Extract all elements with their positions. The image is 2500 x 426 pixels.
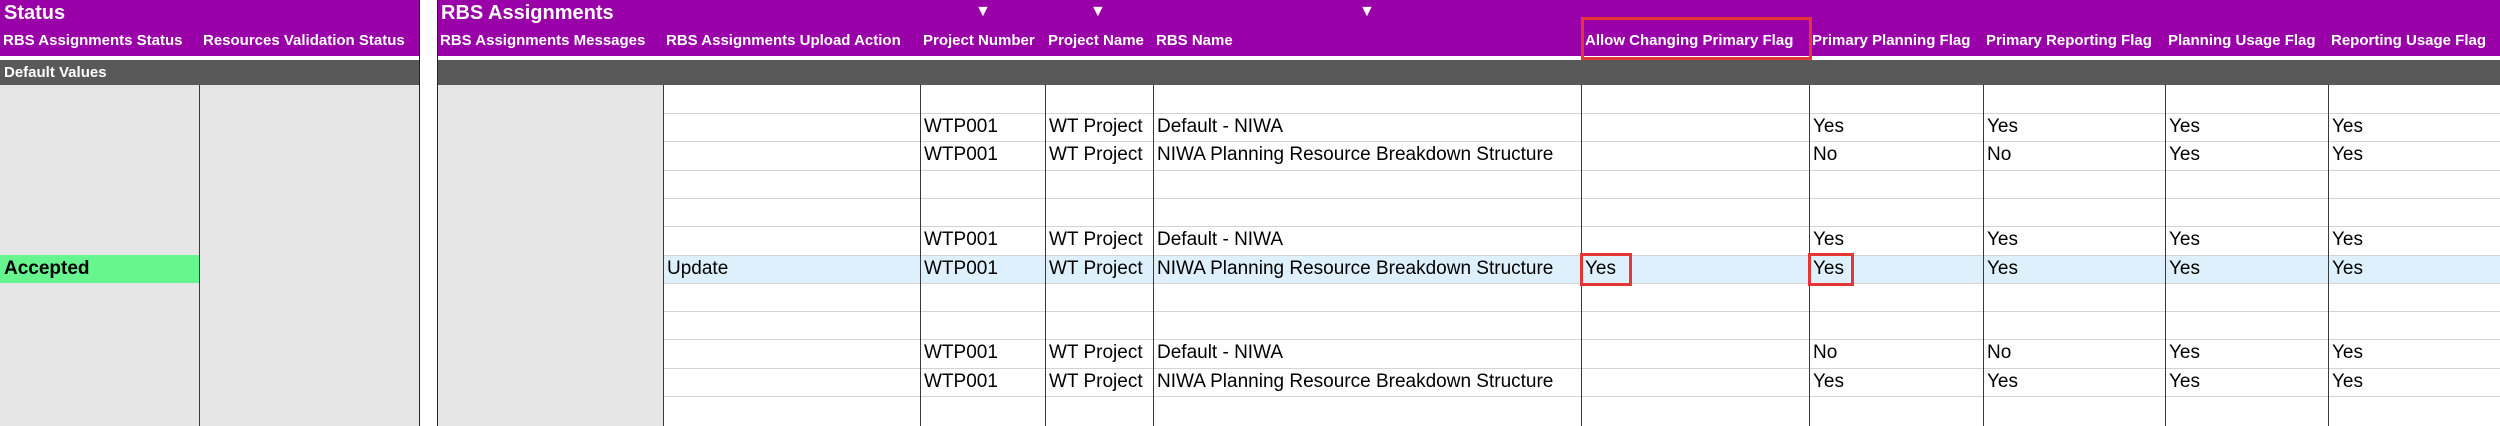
project-name-cell[interactable]: WT Project bbox=[1045, 255, 1153, 283]
messages-column-area bbox=[437, 85, 663, 426]
planning-usage-cell[interactable]: Yes bbox=[2165, 339, 2328, 367]
rbs-group-title: RBS Assignments bbox=[441, 2, 614, 24]
col-header-planning-usage-flag[interactable]: Planning Usage Flag bbox=[2165, 26, 2328, 56]
col-header-primary-reporting-flag[interactable]: Primary Reporting Flag bbox=[1983, 26, 2165, 56]
primary-planning-cell[interactable]: Yes bbox=[1809, 226, 1983, 254]
reporting-usage-cell[interactable]: Yes bbox=[2328, 368, 2500, 396]
col-header-project-name[interactable]: Project Name bbox=[1045, 26, 1153, 56]
planning-usage-cell[interactable]: Yes bbox=[2165, 255, 2328, 283]
primary-planning-cell[interactable]: No bbox=[1809, 339, 1983, 367]
reporting-usage-cell[interactable]: Yes bbox=[2328, 255, 2500, 283]
col-header-upload-action[interactable]: RBS Assignments Upload Action bbox=[663, 26, 920, 56]
primary-planning-cell[interactable]: Yes bbox=[1809, 113, 1983, 141]
primary-reporting-cell[interactable]: Yes bbox=[1983, 226, 2165, 254]
planning-usage-cell[interactable]: Yes bbox=[2165, 113, 2328, 141]
project-number-cell[interactable]: WTP001 bbox=[920, 255, 1045, 283]
status-group-title: Status bbox=[4, 2, 66, 24]
col-header-resources-validation-status[interactable]: Resources Validation Status bbox=[200, 26, 419, 56]
project-name-cell[interactable]: WT Project bbox=[1045, 339, 1153, 367]
project-name-cell[interactable]: WT Project bbox=[1045, 141, 1153, 169]
rbs-name-cell[interactable]: NIWA Planning Resource Breakdown Structu… bbox=[1153, 255, 1581, 283]
col-header-rbs-assignments-status[interactable]: RBS Assignments Status bbox=[0, 26, 200, 56]
primary-reporting-cell[interactable]: No bbox=[1983, 339, 2165, 367]
column-gridline bbox=[199, 85, 200, 426]
column-gridline bbox=[437, 0, 438, 426]
rbs-name-cell[interactable]: NIWA Planning Resource Breakdown Structu… bbox=[1153, 368, 1581, 396]
rbs-name-cell[interactable]: NIWA Planning Resource Breakdown Structu… bbox=[1153, 141, 1581, 169]
project-name-cell[interactable]: WT Project bbox=[1045, 226, 1153, 254]
planning-usage-cell[interactable]: Yes bbox=[2165, 141, 2328, 169]
col-header-rbs-assignments-messages[interactable]: RBS Assignments Messages bbox=[437, 26, 663, 56]
col-header-primary-planning-flag[interactable]: Primary Planning Flag bbox=[1809, 26, 1983, 56]
primary-planning-cell[interactable]: No bbox=[1809, 141, 1983, 169]
planning-usage-cell[interactable]: Yes bbox=[2165, 368, 2328, 396]
col-header-rbs-name[interactable]: RBS Name bbox=[1153, 26, 1581, 56]
reporting-usage-cell[interactable]: Yes bbox=[2328, 226, 2500, 254]
project-name-cell[interactable]: WT Project bbox=[1045, 113, 1153, 141]
planning-usage-cell[interactable]: Yes bbox=[2165, 226, 2328, 254]
primary-reporting-cell[interactable]: No bbox=[1983, 141, 2165, 169]
project-number-cell[interactable]: WTP001 bbox=[920, 113, 1045, 141]
rbs-name-cell[interactable]: Default - NIWA bbox=[1153, 113, 1581, 141]
primary-reporting-cell[interactable]: Yes bbox=[1983, 113, 2165, 141]
col-header-reporting-usage-flag[interactable]: Reporting Usage Flag bbox=[2328, 26, 2500, 56]
default-values-row bbox=[437, 60, 2500, 85]
header-highlight-box bbox=[1581, 17, 1812, 60]
reporting-usage-cell[interactable]: Yes bbox=[2328, 113, 2500, 141]
project-number-cell[interactable]: WTP001 bbox=[920, 368, 1045, 396]
upload-action-cell[interactable]: Update bbox=[663, 255, 920, 283]
rbs-name-cell[interactable]: Default - NIWA bbox=[1153, 226, 1581, 254]
col-header-project-number[interactable]: Project Number bbox=[920, 26, 1045, 56]
primary-planning-cell[interactable]: Yes bbox=[1809, 368, 1983, 396]
filter-arrow-icon[interactable]: ▼ bbox=[975, 2, 991, 22]
project-number-cell[interactable]: WTP001 bbox=[920, 141, 1045, 169]
project-number-cell[interactable]: WTP001 bbox=[920, 226, 1045, 254]
primary-reporting-cell[interactable]: Yes bbox=[1983, 255, 2165, 283]
planning-cell-highlight-box bbox=[1808, 253, 1854, 286]
reporting-usage-cell[interactable]: Yes bbox=[2328, 339, 2500, 367]
project-name-cell[interactable]: WT Project bbox=[1045, 368, 1153, 396]
filter-arrow-icon[interactable]: ▼ bbox=[1090, 2, 1106, 22]
column-gridline bbox=[419, 0, 420, 426]
default-values-label: Default Values bbox=[4, 64, 107, 81]
project-number-cell[interactable]: WTP001 bbox=[920, 339, 1045, 367]
allow-cell-highlight-box bbox=[1580, 253, 1632, 286]
primary-reporting-cell[interactable]: Yes bbox=[1983, 368, 2165, 396]
reporting-usage-cell[interactable]: Yes bbox=[2328, 141, 2500, 169]
filter-arrow-icon[interactable]: ▼ bbox=[1359, 2, 1375, 22]
status-cell[interactable]: Accepted bbox=[0, 255, 199, 283]
rbs-name-cell[interactable]: Default - NIWA bbox=[1153, 339, 1581, 367]
